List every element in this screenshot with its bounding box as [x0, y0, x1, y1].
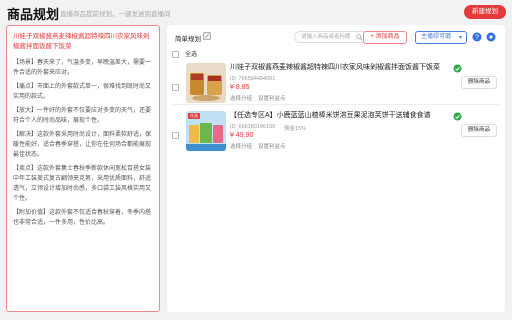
set-benefit-link[interactable]: 设置利益点 [258, 144, 286, 150]
product-row: 任选 【任选专区A】小鹿蓝蓝山楂棒米饼溶豆果泥泡芙饼干送辅食食谱 ID: 668… [172, 111, 500, 161]
header: 商品规划 直播商品提前规划，一键发送到直播间 新建规划 [0, 0, 512, 24]
plan-label: 简单规划 [175, 36, 201, 43]
select-all-label: 全选 [185, 52, 198, 58]
product-checkbox[interactable] [172, 84, 179, 91]
script-panel[interactable]: 川娃子双椒酱燕麦辣椒酱超特辣四川农家风味剁椒酱拌面饭酱下饭菜 【场景】春天来了，… [6, 25, 160, 312]
script-paragraph: 【痛点】市面上的外套款式单一，很难找到既时尚又实用的款式。 [13, 84, 152, 100]
help-icon[interactable]: ? [472, 32, 482, 42]
check-circle-icon [453, 112, 462, 121]
delete-product-button[interactable]: 删除商品 [461, 124, 497, 137]
product-image [186, 63, 226, 103]
product-tag: 任选 [188, 113, 200, 119]
select-group-link[interactable]: 选择分组 [230, 144, 252, 150]
product-panel: 简单规划 请输入商品或者标题 + 添加商品 主播缪可璐 ▾ ? 全选 川娃子双椒… [167, 25, 505, 312]
product-links: 选择分组 设置利益点 [230, 142, 292, 150]
script-paragraph: 【卖点】这款外套集士春秋季新款休闲宽松百搭女装中年工装美式复古翻领夹克男，采用优… [13, 166, 152, 202]
new-plan-button[interactable]: 新建规划 [464, 5, 506, 19]
page-title: 商品规划 [7, 7, 60, 22]
edit-icon[interactable] [203, 32, 211, 40]
set-benefit-link[interactable]: 设置利益点 [258, 96, 286, 102]
product-id: ID: 766594484091 [230, 76, 276, 82]
product-price: ¥ 8.85 [230, 84, 250, 91]
check-circle-icon [453, 64, 462, 73]
product-toolbar: 简单规划 请输入商品或者标题 + 添加商品 主播缪可璐 ▾ ? [167, 25, 505, 49]
search-input[interactable]: 请输入商品或者标题 [294, 31, 368, 43]
script-paragraph: 【放大】一件好的外套不仅要应对多变的天气，还要符合个人的时尚品味，展现个性。 [13, 108, 152, 124]
product-links: 选择分组 设置利益点 [230, 94, 292, 102]
search-icon[interactable] [356, 34, 363, 41]
script-body: 【场景】春天来了，气温多变，早晚温差大，需要一件合适的外套来应对。 【痛点】市面… [13, 58, 153, 228]
product-image: 任选 [186, 111, 226, 151]
select-all[interactable]: 全选 [172, 49, 197, 58]
product-price: ¥ 49.90 [230, 132, 254, 139]
product-row: 川娃子双椒酱燕麦辣椒酱超特辣四川农家风味剁椒酱拌面饭酱下饭菜 ID: 76659… [172, 63, 500, 113]
select-all-checkbox[interactable] [172, 50, 179, 58]
script-title: 川娃子双椒酱燕麦辣椒酱超特辣四川农家风味剁椒酱拌面饭酱下饭菜 [13, 33, 150, 50]
script-paragraph: 【附加价值】这款外套不仅适合春秋穿着，冬季内搭也非常合适，一件多用，性价比高。 [13, 210, 152, 226]
script-paragraph: 【场景】春天来了，气温多变，早晚温差大，需要一件合适的外套来应对。 [13, 60, 152, 76]
product-commission: 佣金15% [284, 126, 307, 132]
anchor-select[interactable]: 主播缪可璐 ▾ [415, 31, 467, 44]
script-paragraph: 【解决】这款外套采用时尚设计，面料柔软舒适，保暖性能好，适合春季穿搭，让你在任何… [13, 132, 152, 158]
anchor-select-value: 主播缪可璐 [421, 34, 452, 40]
divider [172, 104, 500, 105]
product-checkbox[interactable] [172, 132, 179, 139]
delete-product-button[interactable]: 删除商品 [461, 76, 497, 89]
gear-icon[interactable] [486, 32, 496, 42]
svg-text:?: ? [475, 35, 479, 42]
chevron-down-icon: ▾ [458, 35, 462, 41]
search-placeholder: 请输入商品或者标题 [301, 34, 351, 40]
product-title[interactable]: 川娃子双椒酱燕麦辣椒酱超特辣四川农家风味剁椒酱拌面饭酱下饭菜 [230, 63, 450, 73]
add-product-button[interactable]: + 添加商品 [363, 31, 407, 44]
select-group-link[interactable]: 选择分组 [230, 96, 252, 102]
product-id: ID: 668180196150 [230, 124, 276, 130]
product-title[interactable]: 【任选专区A】小鹿蓝蓝山楂棒米饼溶豆果泥泡芙饼干送辅食食谱 [230, 111, 450, 121]
page-subtitle: 直播商品提前规划，一键发送到直播间 [60, 11, 171, 18]
